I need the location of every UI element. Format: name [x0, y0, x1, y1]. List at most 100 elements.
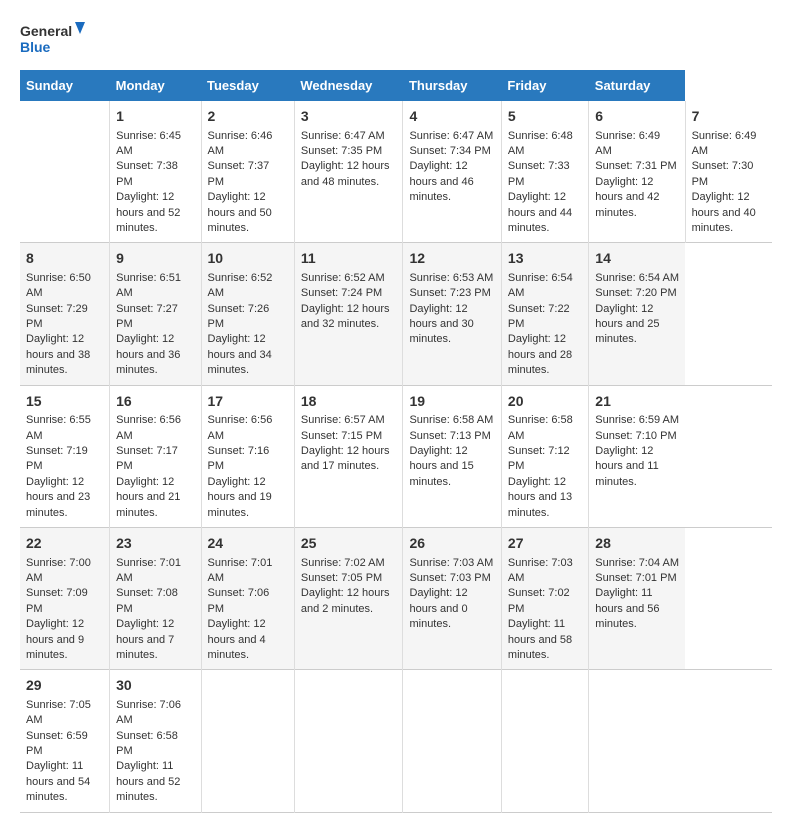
sunset: Sunset: 7:26 PM	[208, 303, 270, 330]
sunset: Sunset: 7:09 PM	[26, 587, 88, 614]
calendar-cell: 25 Sunrise: 7:02 AM Sunset: 7:05 PM Dayligh…	[294, 527, 403, 669]
week-row-4: 22Sunrise: 7:00 AMSunset: 7:09 PMDayligh…	[20, 527, 772, 669]
daylight: Daylight: 12 hours and 13 minutes.	[508, 476, 572, 519]
calendar-cell: 10Sunrise: 6:52 AMSunset: 7:26 PMDayligh…	[201, 243, 294, 385]
day-number: 7	[692, 107, 766, 127]
daylight: Daylight: 12 hours and 23 minutes.	[26, 476, 90, 519]
sunset: Sunset: 7:37 PM	[208, 160, 270, 187]
sunrise: Sunrise: 6:59 AM	[595, 414, 679, 426]
day-number: 16	[116, 392, 194, 412]
sunset: Sunset: 7:22 PM	[508, 303, 570, 330]
calendar-cell	[201, 670, 294, 812]
sunset: Sunset: 7:24 PM	[301, 287, 382, 299]
day-number: 30	[116, 676, 194, 696]
header-row: SundayMondayTuesdayWednesdayThursdayFrid…	[20, 70, 772, 101]
sunset: Sunset: 7:38 PM	[116, 160, 178, 187]
calendar-cell: 21Sunrise: 6:59 AMSunset: 7:10 PMDayligh…	[589, 385, 685, 527]
day-number: 12	[409, 249, 494, 269]
calendar-cell: 6Sunrise: 6:49 AMSunset: 7:31 PMDaylight…	[589, 101, 685, 243]
day-number: 19	[409, 392, 494, 412]
calendar-cell: 15Sunrise: 6:55 AM Sunset: 7:19 PM Dayligh…	[20, 385, 110, 527]
sunrise: Sunrise: 6:45 AM	[116, 130, 181, 157]
sunrise: Sunrise: 6:50 AM	[26, 272, 91, 299]
calendar-cell: 17Sunrise: 6:56 AMSunset: 7:16 PMDayligh…	[201, 385, 294, 527]
daylight: Daylight: 12 hours and 2 minutes.	[301, 587, 390, 614]
calendar-cell: 26Sunrise: 7:03 AMSunset: 7:03 PMDayligh…	[403, 527, 501, 669]
day-number: 20	[508, 392, 582, 412]
sunrise: Sunrise: 6:56 AM	[208, 414, 273, 441]
daylight: Daylight: 12 hours and 34 minutes.	[208, 333, 272, 376]
week-row-2: 8Sunrise: 6:50 AMSunset: 7:29 PMDaylight…	[20, 243, 772, 385]
sunset: Sunset: 7:06 PM	[208, 587, 270, 614]
sunrise: Sunrise: 6:52 AM	[301, 272, 385, 284]
day-number: 29	[26, 676, 103, 696]
calendar-cell: 29Sunrise: 7:05 AMSunset: 6:59 PMDayligh…	[20, 670, 110, 812]
sunrise: Sunrise: 6:47 AM	[409, 130, 493, 142]
sunset: Sunset: 7:05 PM	[301, 572, 382, 584]
calendar-cell: 28Sunrise: 7:04 AMSunset: 7:01 PMDayligh…	[589, 527, 685, 669]
sunrise: Sunrise: 6:51 AM	[116, 272, 181, 299]
day-number: 18	[301, 392, 397, 412]
calendar-cell: 11Sunrise: 6:52 AMSunset: 7:24 PMDayligh…	[294, 243, 403, 385]
daylight: Daylight: 12 hours and 9 minutes.	[26, 618, 84, 661]
sunrise: Sunrise: 6:49 AM	[595, 130, 660, 157]
daylight: Daylight: 12 hours and 44 minutes.	[508, 191, 572, 234]
day-number: 25	[301, 534, 397, 554]
daylight: Daylight: 12 hours and 11 minutes.	[595, 445, 658, 488]
day-number: 17	[208, 392, 288, 412]
sunset: Sunset: 7:03 PM	[409, 572, 490, 584]
calendar-cell: 14Sunrise: 6:54 AMSunset: 7:20 PMDayligh…	[589, 243, 685, 385]
daylight: Daylight: 12 hours and 28 minutes.	[508, 333, 572, 376]
calendar-cell: 12Sunrise: 6:53 AMSunset: 7:23 PMDayligh…	[403, 243, 501, 385]
sunset: Sunset: 7:33 PM	[508, 160, 570, 187]
column-header-sunday: Sunday	[20, 70, 110, 101]
calendar-cell: 23Sunrise: 7:01 AMSunset: 7:08 PMDayligh…	[110, 527, 201, 669]
column-header-monday: Monday	[110, 70, 201, 101]
day-number: 14	[595, 249, 679, 269]
sunrise: Sunrise: 7:02 AM	[301, 557, 385, 569]
sunset: Sunset: 7:30 PM	[692, 160, 754, 187]
daylight: Daylight: 12 hours and 7 minutes.	[116, 618, 174, 661]
calendar-cell: 2Sunrise: 6:46 AMSunset: 7:37 PMDaylight…	[201, 101, 294, 243]
logo: General Blue	[20, 20, 90, 60]
calendar-cell: 20Sunrise: 6:58 AM Sunset: 7:12 PM Dayligh…	[501, 385, 588, 527]
sunrise: Sunrise: 6:54 AM	[508, 272, 573, 299]
sunset: Sunset: 7:12 PM	[508, 445, 570, 472]
sunset: Sunset: 7:35 PM	[301, 145, 382, 157]
daylight: Daylight: 12 hours and 38 minutes.	[26, 333, 90, 376]
calendar-cell	[403, 670, 501, 812]
sunset: Sunset: 7:16 PM	[208, 445, 270, 472]
calendar-cell: 7Sunrise: 6:49 AMSunset: 7:30 PMDaylight…	[685, 101, 772, 243]
daylight: Daylight: 12 hours and 25 minutes.	[595, 303, 659, 346]
calendar-cell	[501, 670, 588, 812]
sunrise: Sunrise: 7:06 AM	[116, 699, 181, 726]
sunrise: Sunrise: 7:01 AM	[208, 557, 273, 584]
column-header-friday: Friday	[501, 70, 588, 101]
sunset: Sunset: 7:34 PM	[409, 145, 490, 157]
sunset: Sunset: 6:59 PM	[26, 730, 88, 757]
day-number: 1	[116, 107, 194, 127]
sunset: Sunset: 7:02 PM	[508, 587, 570, 614]
daylight: Daylight: 12 hours and 36 minutes.	[116, 333, 180, 376]
day-number: 4	[409, 107, 494, 127]
sunset: Sunset: 7:08 PM	[116, 587, 178, 614]
sunrise: Sunrise: 6:58 AM	[409, 414, 493, 426]
day-number: 15	[26, 392, 103, 412]
daylight: Daylight: 11 hours and 54 minutes.	[26, 760, 90, 803]
sunrise: Sunrise: 6:55 AM	[26, 414, 91, 441]
day-number: 11	[301, 249, 397, 269]
column-header-tuesday: Tuesday	[201, 70, 294, 101]
daylight: Daylight: 12 hours and 42 minutes.	[595, 176, 659, 219]
sunset: Sunset: 7:17 PM	[116, 445, 178, 472]
svg-text:Blue: Blue	[20, 39, 51, 55]
day-number: 5	[508, 107, 582, 127]
sunset: Sunset: 6:58 PM	[116, 730, 178, 757]
week-row-5: 29Sunrise: 7:05 AMSunset: 6:59 PMDayligh…	[20, 670, 772, 812]
sunrise: Sunrise: 6:58 AM	[508, 414, 573, 441]
calendar-cell: 30Sunrise: 7:06 AMSunset: 6:58 PMDayligh…	[110, 670, 201, 812]
calendar-body: 1 Sunrise: 6:45 AM Sunset: 7:38 PM Daylight…	[20, 101, 772, 812]
sunrise: Sunrise: 6:57 AM	[301, 414, 385, 426]
sunset: Sunset: 7:19 PM	[26, 445, 88, 472]
calendar-cell: 4Sunrise: 6:47 AMSunset: 7:34 PMDaylight…	[403, 101, 501, 243]
calendar-cell: 8Sunrise: 6:50 AMSunset: 7:29 PMDaylight…	[20, 243, 110, 385]
